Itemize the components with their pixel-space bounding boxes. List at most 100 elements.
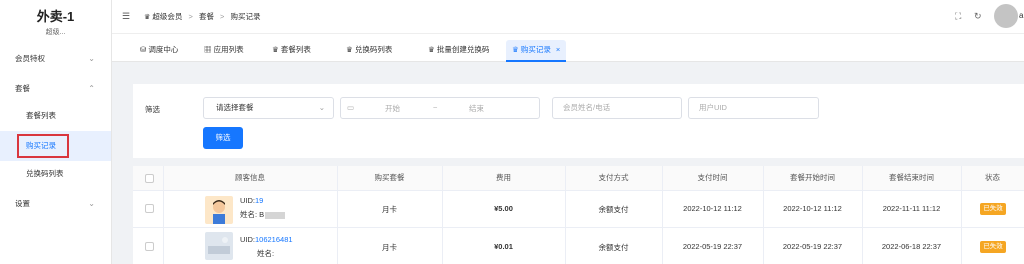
- tab-purchase-records[interactable]: ♛ 购买记录 ×: [506, 40, 567, 62]
- date-range-picker[interactable]: ▭ 开始 ~ 结束: [340, 97, 540, 119]
- divider: [133, 190, 1024, 191]
- col-customer-info: 顾客信息: [163, 166, 337, 190]
- col-pay-time: 支付时间: [662, 166, 763, 190]
- crown-icon: ♛: [272, 45, 279, 54]
- breadcrumb-separator: >: [188, 12, 193, 21]
- tab-label: 套餐列表: [280, 45, 311, 54]
- pay-time-cell: 2022-05-19 22:37: [682, 242, 743, 251]
- name-label: 姓名: B: [240, 210, 265, 219]
- customer-avatar: [205, 232, 233, 260]
- select-all-checkbox[interactable]: [145, 174, 154, 183]
- fee-cell: ¥0.01: [494, 242, 513, 251]
- breadcrumb: ♛ 超级会员 > 套餐 > 购买记录: [144, 11, 261, 22]
- row-checkbox[interactable]: [145, 204, 154, 213]
- breadcrumb-item[interactable]: 套餐: [199, 12, 214, 21]
- chevron-up-icon: ⌃: [88, 84, 95, 93]
- col-fee: 费用: [442, 166, 565, 190]
- filter-button[interactable]: 筛选: [203, 127, 243, 149]
- customer-avatar: [205, 196, 233, 224]
- status-badge: 已失效: [980, 241, 1006, 253]
- fullscreen-icon[interactable]: ⛶: [955, 11, 961, 22]
- divider: [961, 166, 962, 264]
- start-date-placeholder: 开始: [385, 104, 400, 113]
- brand-subtitle: 超级...: [45, 29, 66, 36]
- sidebar-item-packages[interactable]: 套餐 ⌃: [0, 74, 111, 104]
- status-badge: 已失效: [980, 203, 1006, 215]
- purchase-records-table: 顾客信息 购买套餐 费用 支付方式 支付时间 套餐开始时间 套餐结束时间 状态 …: [133, 166, 1024, 264]
- crown-icon: ♛: [144, 14, 151, 21]
- row-checkbox[interactable]: [145, 242, 154, 251]
- sidebar-item-label: 套餐: [15, 84, 30, 93]
- uid-label: UID:: [240, 196, 255, 205]
- package-cell: 月卡: [382, 243, 397, 252]
- breadcrumb-item[interactable]: 超级会员: [152, 12, 182, 21]
- sidebar-item-member-privileges[interactable]: 会员特权 ⌄: [0, 44, 111, 74]
- sidebar-item-redeem-codes[interactable]: 兑换码列表: [0, 159, 111, 189]
- uid-value[interactable]: 19: [255, 196, 263, 205]
- name-label: 姓名:: [257, 249, 275, 258]
- end-time-cell: 2022-06-18 22:37: [881, 242, 942, 251]
- tab-label: 购买记录: [520, 45, 551, 54]
- tab-app-list[interactable]: ▦ 应用列表: [198, 40, 250, 62]
- chevron-down-icon: ⌄: [318, 103, 325, 112]
- brand-title: 外卖-1: [36, 9, 75, 24]
- filter-panel: 筛选 请选择套餐 ⌄ ▭ 开始 ~ 结束 会员姓名/电话 用户UID 筛选: [133, 84, 1024, 158]
- end-time-cell: 2022-11-11 11:12: [882, 204, 941, 213]
- tabs-bar: ⛁ 调度中心 ▦ 应用列表 ♛ 套餐列表 ♛ 兑换码列表 ♛ 批量创建兑换码 ♛…: [112, 34, 1024, 62]
- sidebar-item-label: 设置: [15, 199, 30, 208]
- sidebar-item-settings[interactable]: 设置 ⌄: [0, 189, 111, 219]
- crown-icon: ♛: [346, 45, 353, 54]
- sidebar-item-label: 兑换码列表: [26, 169, 64, 178]
- tab-label: 批量创建兑换码: [436, 45, 490, 54]
- crown-icon: ♛: [512, 45, 519, 54]
- package-cell: 月卡: [382, 205, 397, 214]
- redacted-name: [265, 211, 286, 219]
- customer-uid: UID:106216481: [240, 235, 293, 244]
- top-bar: ☰ ♛ 超级会员 > 套餐 > 购买记录 ⛶ ↻ a: [112, 0, 1024, 34]
- payment-cell: 余额支付: [598, 205, 629, 214]
- breadcrumb-separator: >: [220, 12, 225, 21]
- chevron-down-icon: ⌄: [88, 199, 95, 208]
- tab-redeem-code-list[interactable]: ♛ 兑换码列表: [340, 40, 398, 62]
- close-icon[interactable]: ×: [556, 45, 560, 54]
- filter-label: 筛选: [145, 105, 160, 114]
- member-search-input[interactable]: 会员姓名/电话: [552, 97, 682, 119]
- refresh-icon[interactable]: ↻: [974, 11, 982, 22]
- package-select[interactable]: 请选择套餐 ⌄: [203, 97, 334, 119]
- tab-dispatch-center[interactable]: ⛁ 调度中心: [134, 40, 184, 62]
- uid-value[interactable]: 106216481: [255, 235, 293, 244]
- divider: [163, 166, 164, 264]
- user-name[interactable]: a: [1019, 11, 1023, 20]
- tab-label: 应用列表: [213, 45, 244, 54]
- brand: 外卖-1 超级...: [0, 0, 111, 46]
- sidebar-item-package-list[interactable]: 套餐列表: [0, 101, 111, 131]
- avatar[interactable]: [994, 4, 1018, 28]
- pay-time-cell: 2022-10-12 11:12: [683, 204, 742, 213]
- divider: [133, 227, 1024, 228]
- package-select-value: 请选择套餐: [216, 103, 254, 112]
- sidebar: 外卖-1 超级... 会员特权 ⌄ 套餐 ⌃ 套餐列表 购买记录 兑换码列表 设…: [0, 0, 112, 264]
- menu-collapse-icon[interactable]: ☰: [122, 11, 130, 22]
- col-payment-method: 支付方式: [565, 166, 662, 190]
- payment-cell: 余额支付: [598, 243, 629, 252]
- customer-name: 姓名:: [257, 248, 274, 259]
- col-status: 状态: [961, 166, 1024, 190]
- calendar-icon: ▭: [347, 103, 355, 112]
- start-time-cell: 2022-10-12 11:12: [783, 204, 842, 213]
- tab-batch-create-codes[interactable]: ♛ 批量创建兑换码: [422, 40, 495, 62]
- customer-name: 姓名: B: [240, 209, 286, 220]
- breadcrumb-item: 购买记录: [230, 12, 261, 21]
- sidebar-item-label: 会员特权: [15, 54, 45, 63]
- range-separator: ~: [433, 103, 438, 112]
- col-end-time: 套餐结束时间: [862, 166, 961, 190]
- tab-package-list[interactable]: ♛ 套餐列表: [266, 40, 317, 62]
- highlight-box: [17, 134, 69, 158]
- uid-search-input[interactable]: 用户UID: [688, 97, 819, 119]
- end-date-placeholder: 结束: [469, 104, 484, 113]
- crown-icon: ♛: [428, 45, 435, 54]
- customer-uid: UID:19: [240, 196, 263, 205]
- grid-icon: ▦: [204, 45, 212, 54]
- tab-label: 调度中心: [148, 45, 179, 54]
- uid-label: UID:: [240, 235, 255, 244]
- sidebar-item-label: 套餐列表: [26, 111, 56, 120]
